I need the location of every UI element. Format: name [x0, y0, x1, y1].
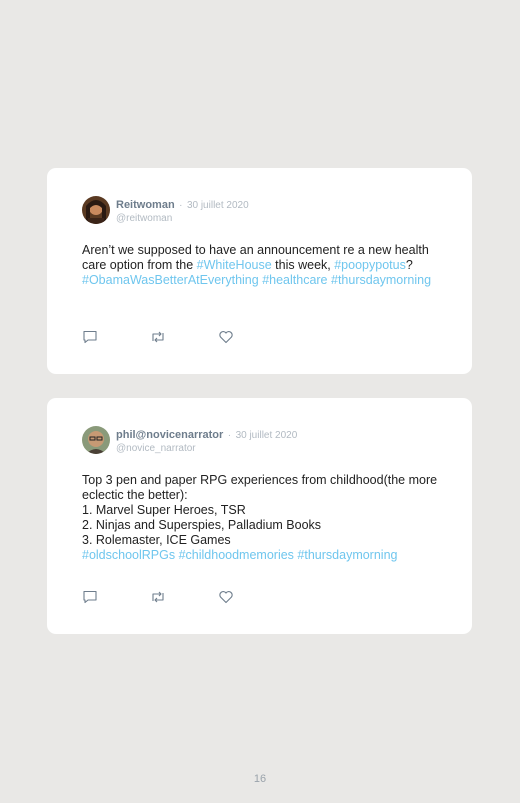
hashtag-link[interactable]: #thursdaymorning	[297, 548, 397, 562]
hashtag-link[interactable]: #thursdaymorning	[331, 273, 431, 287]
tweet-date[interactable]: 30 juillet 2020	[236, 430, 298, 441]
author-handle[interactable]: @novice_narrator	[116, 443, 297, 455]
hashtag-link[interactable]: #poopypotus	[334, 258, 406, 272]
retweet-icon[interactable]	[150, 590, 166, 604]
author-name[interactable]: Reitwoman	[116, 199, 175, 211]
hashtag-link[interactable]: #ObamaWasBetterAtEverything	[82, 273, 259, 287]
author-name[interactable]: phil@novicenarrator	[116, 429, 223, 441]
like-icon[interactable]	[218, 330, 234, 344]
page-number: 16	[253, 773, 267, 785]
tweet-text: Top 3 pen and paper RPG experiences from…	[82, 473, 447, 563]
tweet-header: phil@novicenarrator · 30 juillet 2020 @n…	[82, 426, 297, 455]
hashtag-link[interactable]: #childhoodmemories	[179, 548, 294, 562]
tweet-actions	[82, 330, 286, 344]
meta-separator: ·	[227, 430, 232, 441]
author-handle[interactable]: @reitwoman	[116, 213, 249, 225]
tweet-actions	[82, 590, 286, 604]
reply-icon[interactable]	[82, 330, 98, 344]
avatar[interactable]	[82, 426, 110, 454]
tweet-text: Aren’t we supposed to have an announceme…	[82, 243, 447, 288]
hashtag-link[interactable]: #WhiteHouse	[197, 258, 272, 272]
like-icon[interactable]	[218, 590, 234, 604]
retweet-icon[interactable]	[150, 330, 166, 344]
tweet-header: Reitwoman · 30 juillet 2020 @reitwoman	[82, 196, 249, 225]
meta-separator: ·	[179, 200, 183, 211]
tweet-text-segment: this week,	[271, 258, 335, 272]
tweet-text-segment: Top 3 pen and paper RPG experiences from…	[82, 473, 438, 547]
tweet-date[interactable]: 30 juillet 2020	[187, 200, 249, 211]
hashtag-link[interactable]: #healthcare	[262, 273, 327, 287]
reply-icon[interactable]	[82, 590, 98, 604]
hashtag-link[interactable]: #oldschoolRPGs	[82, 548, 175, 562]
avatar[interactable]	[82, 196, 110, 224]
tweet-text-segment: ?	[405, 258, 413, 272]
tweet-card: Reitwoman · 30 juillet 2020 @reitwoman A…	[47, 168, 472, 374]
tweet-card: phil@novicenarrator · 30 juillet 2020 @n…	[47, 398, 472, 634]
